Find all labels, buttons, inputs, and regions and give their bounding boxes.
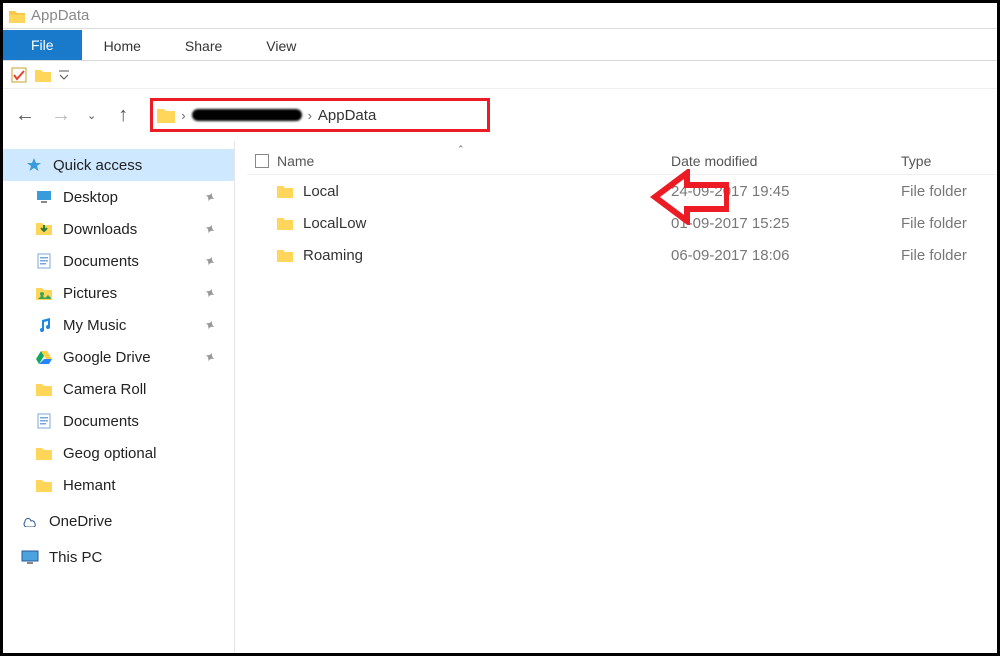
file-name: Local	[303, 183, 339, 200]
breadcrumb-redacted	[192, 109, 302, 121]
file-list: ⌃ Name Date modified Type Local 24-09-201…	[235, 141, 997, 653]
sidebar-item-hemant[interactable]: Hemant	[3, 469, 234, 501]
sidebar-item-label: Documents	[63, 413, 139, 430]
documents-icon	[35, 413, 53, 429]
sidebar-this-pc[interactable]: This PC	[3, 541, 234, 573]
tab-share[interactable]: Share	[163, 32, 244, 60]
folder-icon	[277, 248, 293, 262]
properties-icon[interactable]	[11, 67, 27, 83]
tab-view[interactable]: View	[244, 32, 318, 60]
sidebar-quick-access[interactable]: Quick access	[3, 149, 234, 181]
up-button[interactable]: ↑	[114, 104, 132, 127]
sidebar-item-geog-optional[interactable]: Geog optional	[3, 437, 234, 469]
sidebar-item-my-music[interactable]: My Music ✦	[3, 309, 234, 341]
desktop-icon	[35, 190, 53, 204]
file-date: 06-09-2017 18:06	[671, 247, 901, 264]
breadcrumb-current[interactable]: AppData	[318, 107, 376, 124]
file-date: 24-09-2017 19:45	[671, 183, 901, 200]
file-row[interactable]: LocalLow 01-09-2017 15:25File folder	[247, 207, 997, 239]
folder-icon	[35, 382, 53, 396]
pin-icon: ✦	[201, 315, 219, 335]
pin-icon: ✦	[201, 219, 219, 239]
file-row[interactable]: Local 24-09-2017 19:45File folder	[247, 175, 997, 207]
column-headers: ⌃ Name Date modified Type	[247, 147, 997, 175]
sidebar-item-google-drive[interactable]: Google Drive ✦	[3, 341, 234, 373]
breadcrumb-separator-icon: ›	[181, 108, 185, 123]
folder-icon	[35, 478, 53, 492]
sidebar-item-label: Downloads	[63, 221, 137, 238]
column-date[interactable]: Date modified	[671, 153, 901, 169]
star-icon	[25, 157, 43, 173]
folder-icon	[277, 216, 293, 230]
sidebar-item-label: Quick access	[53, 157, 142, 174]
address-bar[interactable]: › › AppData	[150, 98, 490, 132]
sidebar-item-label: My Music	[63, 317, 126, 334]
quick-access-toolbar	[3, 61, 997, 89]
file-name: LocalLow	[303, 215, 366, 232]
pin-icon: ✦	[201, 283, 219, 303]
pin-icon: ✦	[201, 187, 219, 207]
file-type: File folder	[901, 215, 997, 232]
documents-icon	[35, 253, 53, 269]
folder-icon[interactable]	[35, 68, 51, 82]
ribbon-tabs: File Home Share View	[3, 29, 997, 61]
folder-icon	[35, 446, 53, 460]
select-all-checkbox[interactable]	[247, 154, 277, 168]
window-title: AppData	[31, 7, 89, 24]
sidebar-item-camera-roll[interactable]: Camera Roll	[3, 373, 234, 405]
sidebar-item-documents[interactable]: Documents	[3, 405, 234, 437]
tab-file[interactable]: File	[3, 30, 82, 60]
sidebar-onedrive[interactable]: OneDrive	[3, 505, 234, 537]
sidebar-item-downloads[interactable]: Downloads ✦	[3, 213, 234, 245]
music-icon	[35, 317, 53, 333]
sidebar-item-label: Camera Roll	[63, 381, 146, 398]
folder-icon	[157, 107, 175, 123]
column-name[interactable]: Name	[277, 153, 671, 169]
gdrive-icon	[35, 350, 53, 364]
pin-icon: ✦	[201, 251, 219, 271]
breadcrumb-separator-icon: ›	[308, 108, 312, 123]
forward-button[interactable]: →	[51, 104, 69, 127]
pc-icon	[21, 550, 39, 564]
file-type: File folder	[901, 247, 997, 264]
sidebar-item-label: Desktop	[63, 189, 118, 206]
sidebar-item-label: OneDrive	[49, 513, 112, 530]
file-date: 01-09-2017 15:25	[671, 215, 901, 232]
sidebar-item-pictures[interactable]: Pictures ✦	[3, 277, 234, 309]
navigation-sidebar: Quick access Desktop✦Downloads✦Documents…	[3, 141, 235, 653]
sidebar-item-label: Geog optional	[63, 445, 156, 462]
navigation-row: ← → ⌄ ↑ › › AppData	[3, 89, 997, 141]
sidebar-item-desktop[interactable]: Desktop ✦	[3, 181, 234, 213]
folder-icon	[9, 9, 25, 23]
sidebar-item-label: Hemant	[63, 477, 116, 494]
column-type[interactable]: Type	[901, 153, 997, 169]
folder-icon	[277, 184, 293, 198]
tab-home[interactable]: Home	[82, 32, 163, 60]
file-name: Roaming	[303, 247, 363, 264]
qat-dropdown-icon[interactable]	[59, 69, 69, 81]
file-type: File folder	[901, 183, 997, 200]
pin-icon: ✦	[201, 347, 219, 367]
onedrive-icon	[21, 515, 39, 527]
pictures-icon	[35, 286, 53, 300]
sidebar-item-label: Google Drive	[63, 349, 151, 366]
sidebar-item-label: This PC	[49, 549, 102, 566]
sidebar-item-label: Pictures	[63, 285, 117, 302]
back-button[interactable]: ←	[15, 104, 33, 127]
sidebar-item-documents[interactable]: Documents ✦	[3, 245, 234, 277]
sort-indicator-icon: ⌃	[457, 144, 465, 155]
sidebar-item-label: Documents	[63, 253, 139, 270]
downloads-icon	[35, 221, 53, 237]
history-dropdown-icon[interactable]: ⌄	[87, 109, 96, 122]
title-bar: AppData	[3, 3, 997, 29]
file-row[interactable]: Roaming 06-09-2017 18:06File folder	[247, 239, 997, 271]
